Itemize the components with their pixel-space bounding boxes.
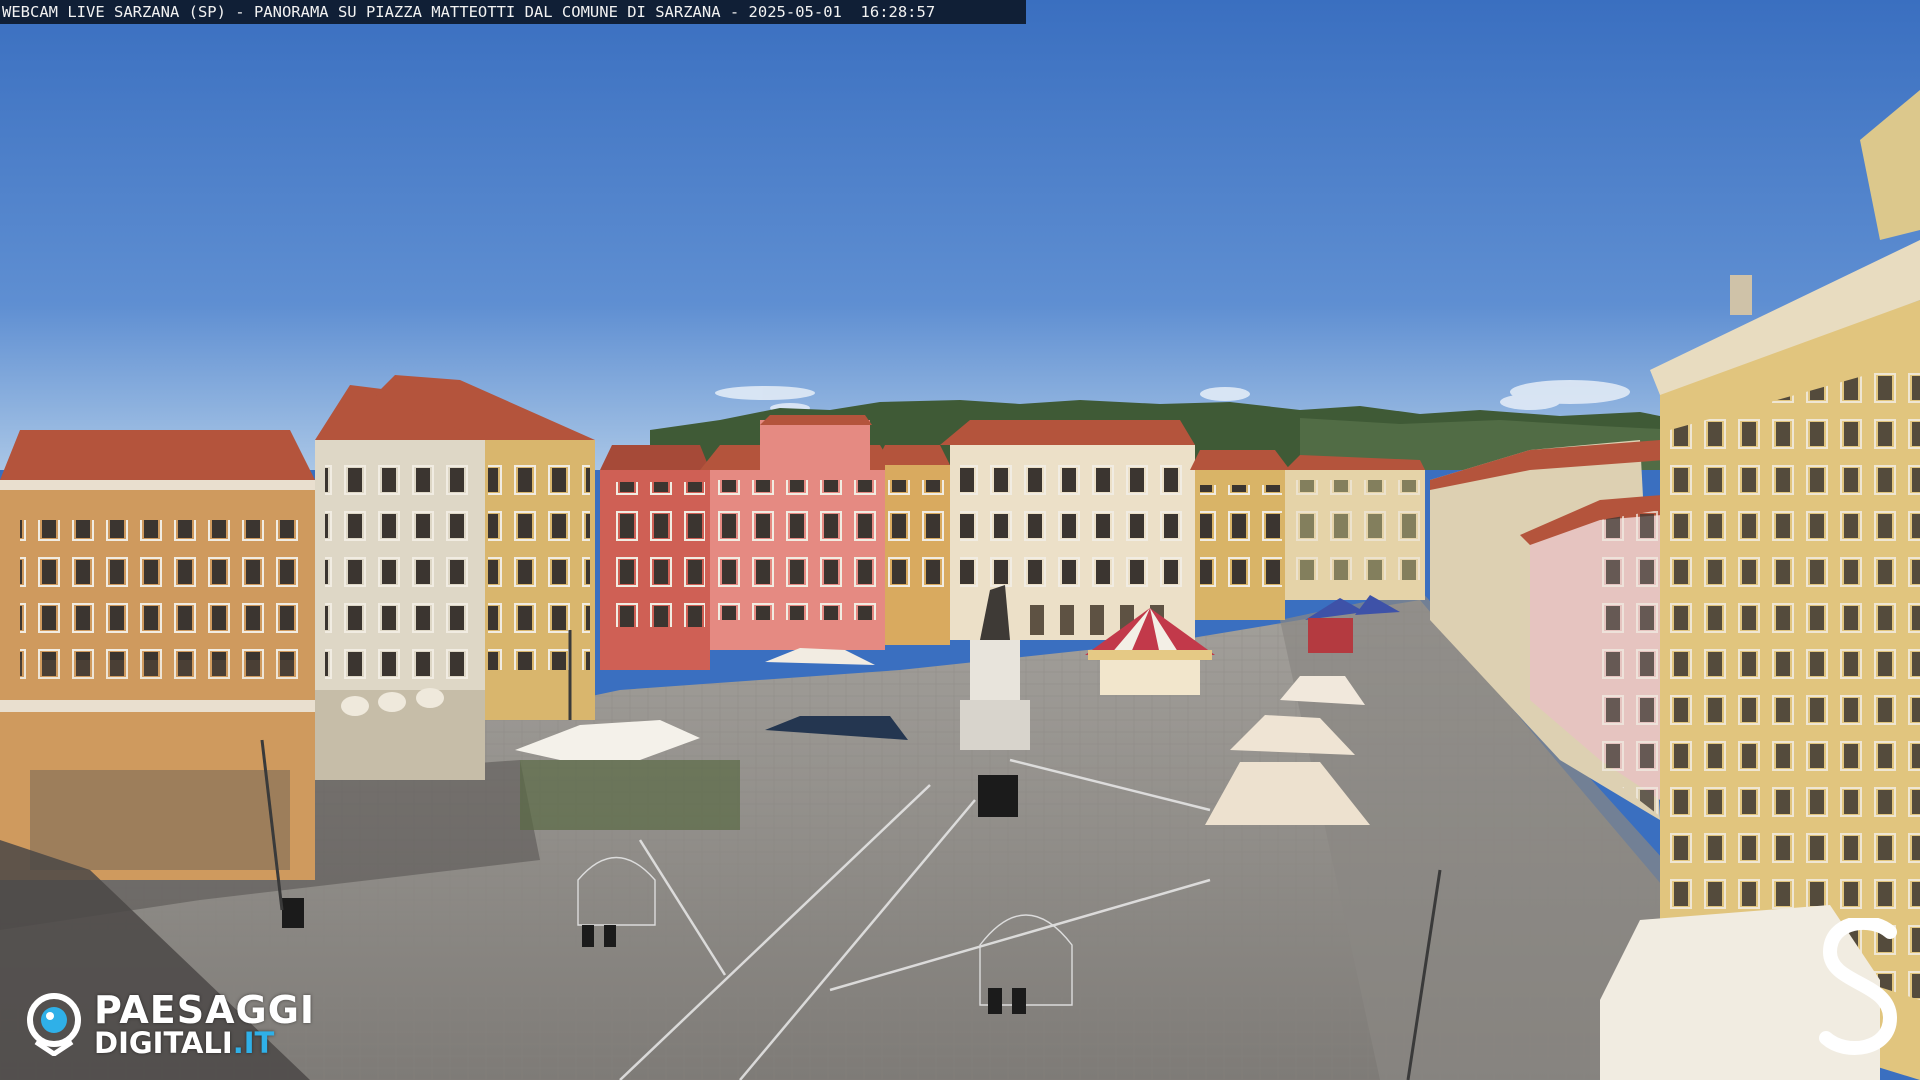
logo-line2: DIGITALI.IT xyxy=(94,1026,274,1060)
s-monogram-icon xyxy=(1819,918,1898,1056)
logo-line2-main: DIGITALI xyxy=(94,1026,233,1060)
logo-line2-tld: .IT xyxy=(232,1026,275,1060)
webcam-scene xyxy=(0,0,1920,1080)
webcam-caption: WEBCAM LIVE SARZANA (SP) - PANORAMA SU P… xyxy=(0,0,1026,24)
paesaggi-digitali-logo: PAESAGGI DIGITALI.IT xyxy=(26,988,336,1060)
sky xyxy=(0,0,1920,470)
eye-icon xyxy=(27,993,81,1056)
